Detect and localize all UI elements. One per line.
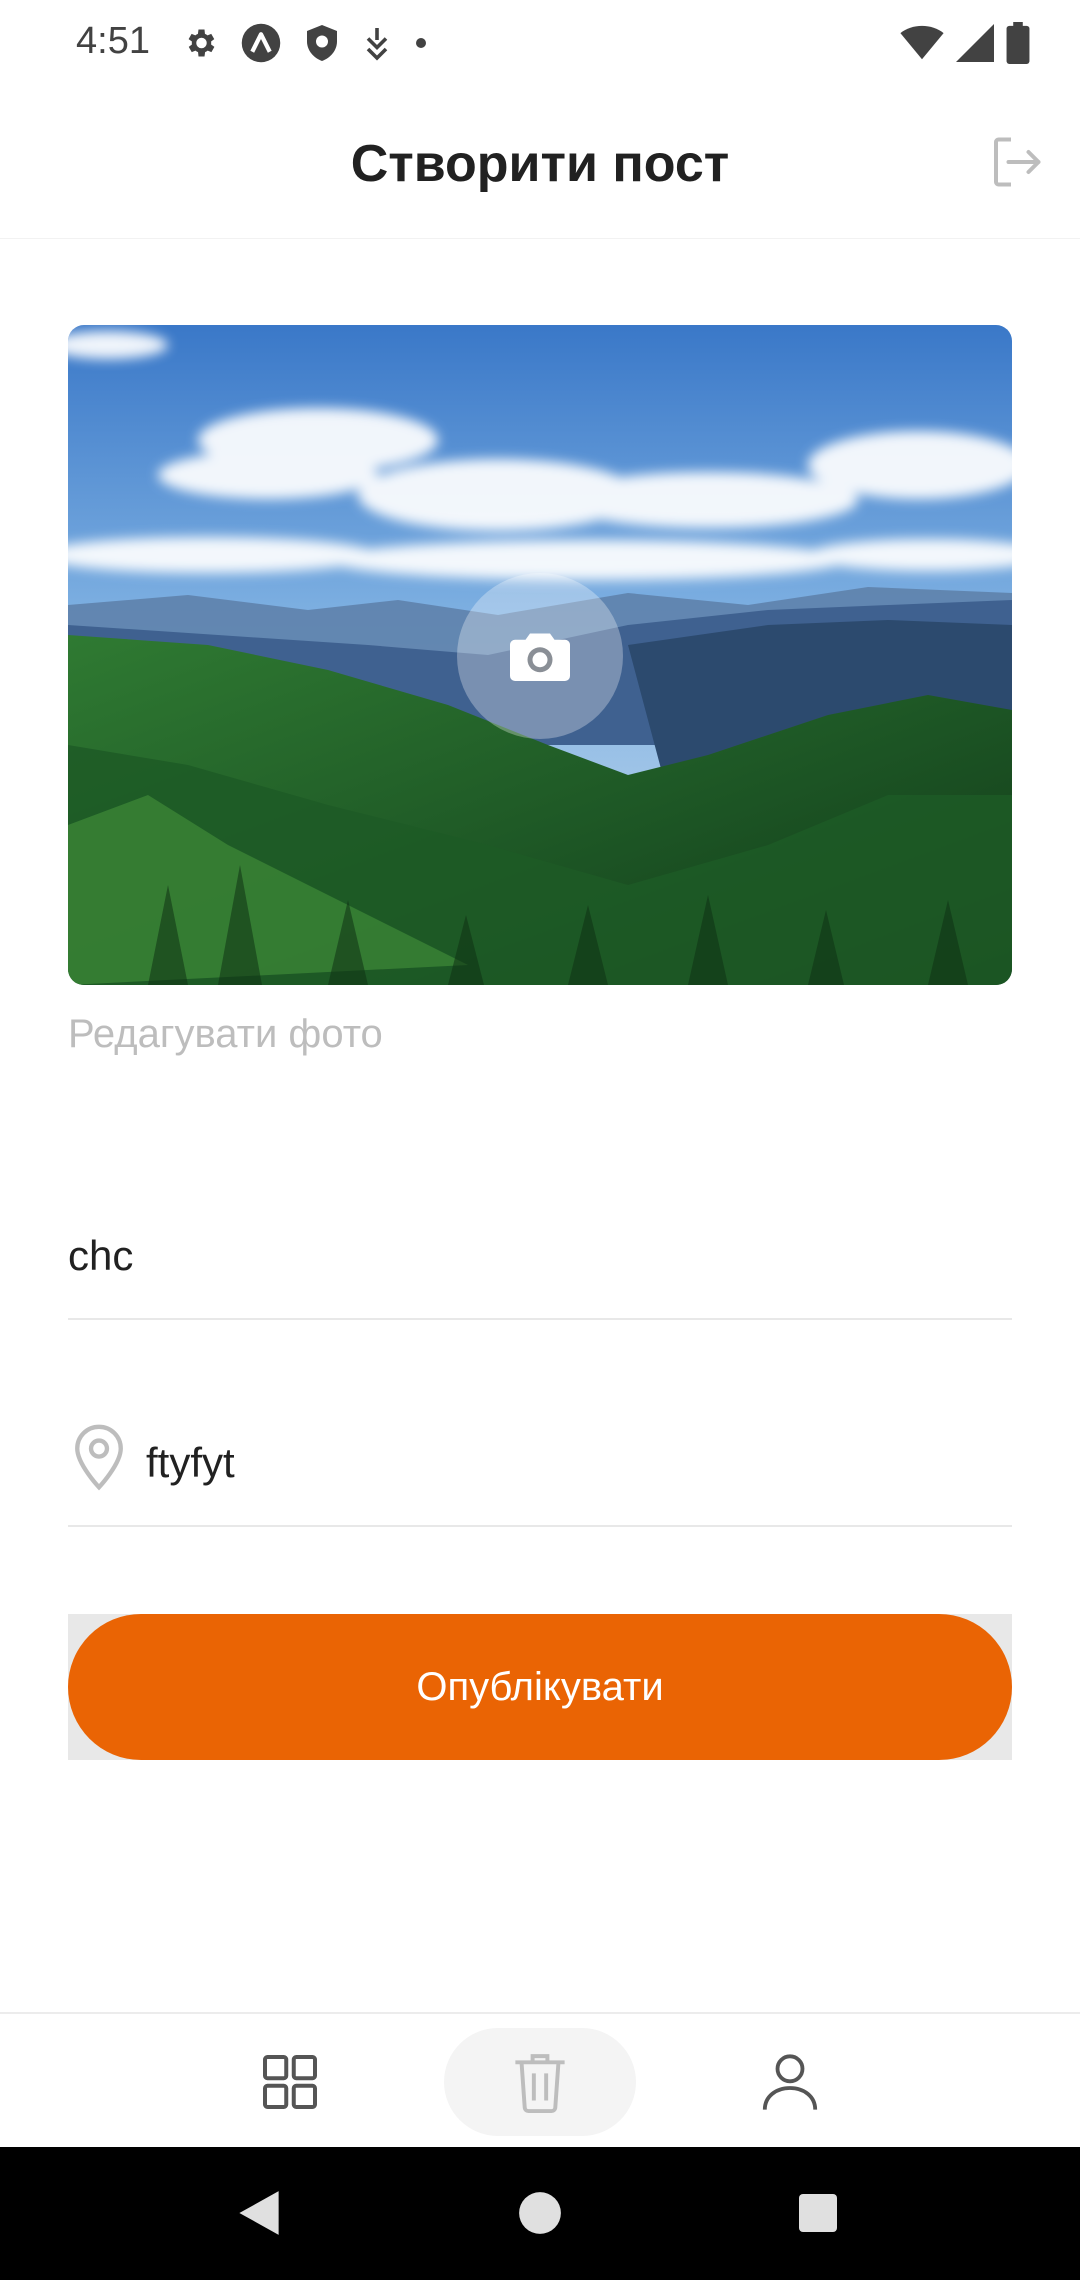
shield-icon (304, 23, 340, 68)
recents-button[interactable] (782, 2177, 854, 2249)
battery-icon (1006, 21, 1030, 69)
recents-square-icon (799, 2194, 837, 2232)
publish-button[interactable]: Опублікувати (68, 1614, 1012, 1760)
page-title: Створити пост (350, 135, 730, 193)
cell-signal-icon (956, 23, 994, 67)
map-pin-icon (70, 1422, 128, 1497)
status-bar: 4:51 (0, 0, 1080, 90)
wifi-icon (900, 25, 944, 66)
status-time: 4:51 (76, 20, 150, 62)
tab-profile[interactable] (730, 2028, 850, 2136)
edit-photo-link[interactable]: Редагувати фото (68, 1012, 383, 1057)
back-button[interactable] (223, 2177, 295, 2249)
status-icons-right (900, 21, 1030, 69)
dot-icon (414, 36, 428, 55)
tab-delete[interactable] (444, 2028, 636, 2136)
publish-button-container: Опублікувати (68, 1614, 1012, 1760)
location-field[interactable]: ftyfyt (68, 1405, 1012, 1527)
camera-icon (510, 633, 570, 681)
tab-posts[interactable] (230, 2028, 350, 2136)
back-triangle-icon (239, 2191, 279, 2235)
app-a-icon (240, 22, 282, 69)
bottom-tab-bar (0, 2012, 1080, 2149)
home-circle-icon (519, 2192, 561, 2234)
app-header: Створити пост (0, 90, 1080, 239)
trash-icon (515, 2054, 565, 2114)
system-nav-bar (0, 2147, 1080, 2280)
user-icon (762, 2054, 818, 2110)
publish-button-label: Опублікувати (416, 1664, 664, 1709)
status-icons-left (182, 22, 428, 68)
location-value[interactable]: ftyfyt (146, 1439, 235, 1487)
post-title-field[interactable]: chc (68, 1198, 1012, 1320)
logout-icon (994, 137, 1041, 187)
download-arrow-icon (362, 25, 392, 66)
post-title-value[interactable]: chc (68, 1232, 133, 1280)
home-button[interactable] (504, 2177, 576, 2249)
grid-icon (263, 2055, 317, 2109)
post-photo (68, 325, 1012, 985)
gear-icon (182, 25, 218, 66)
logout-button[interactable] (980, 126, 1052, 198)
change-photo-button[interactable] (457, 573, 623, 739)
